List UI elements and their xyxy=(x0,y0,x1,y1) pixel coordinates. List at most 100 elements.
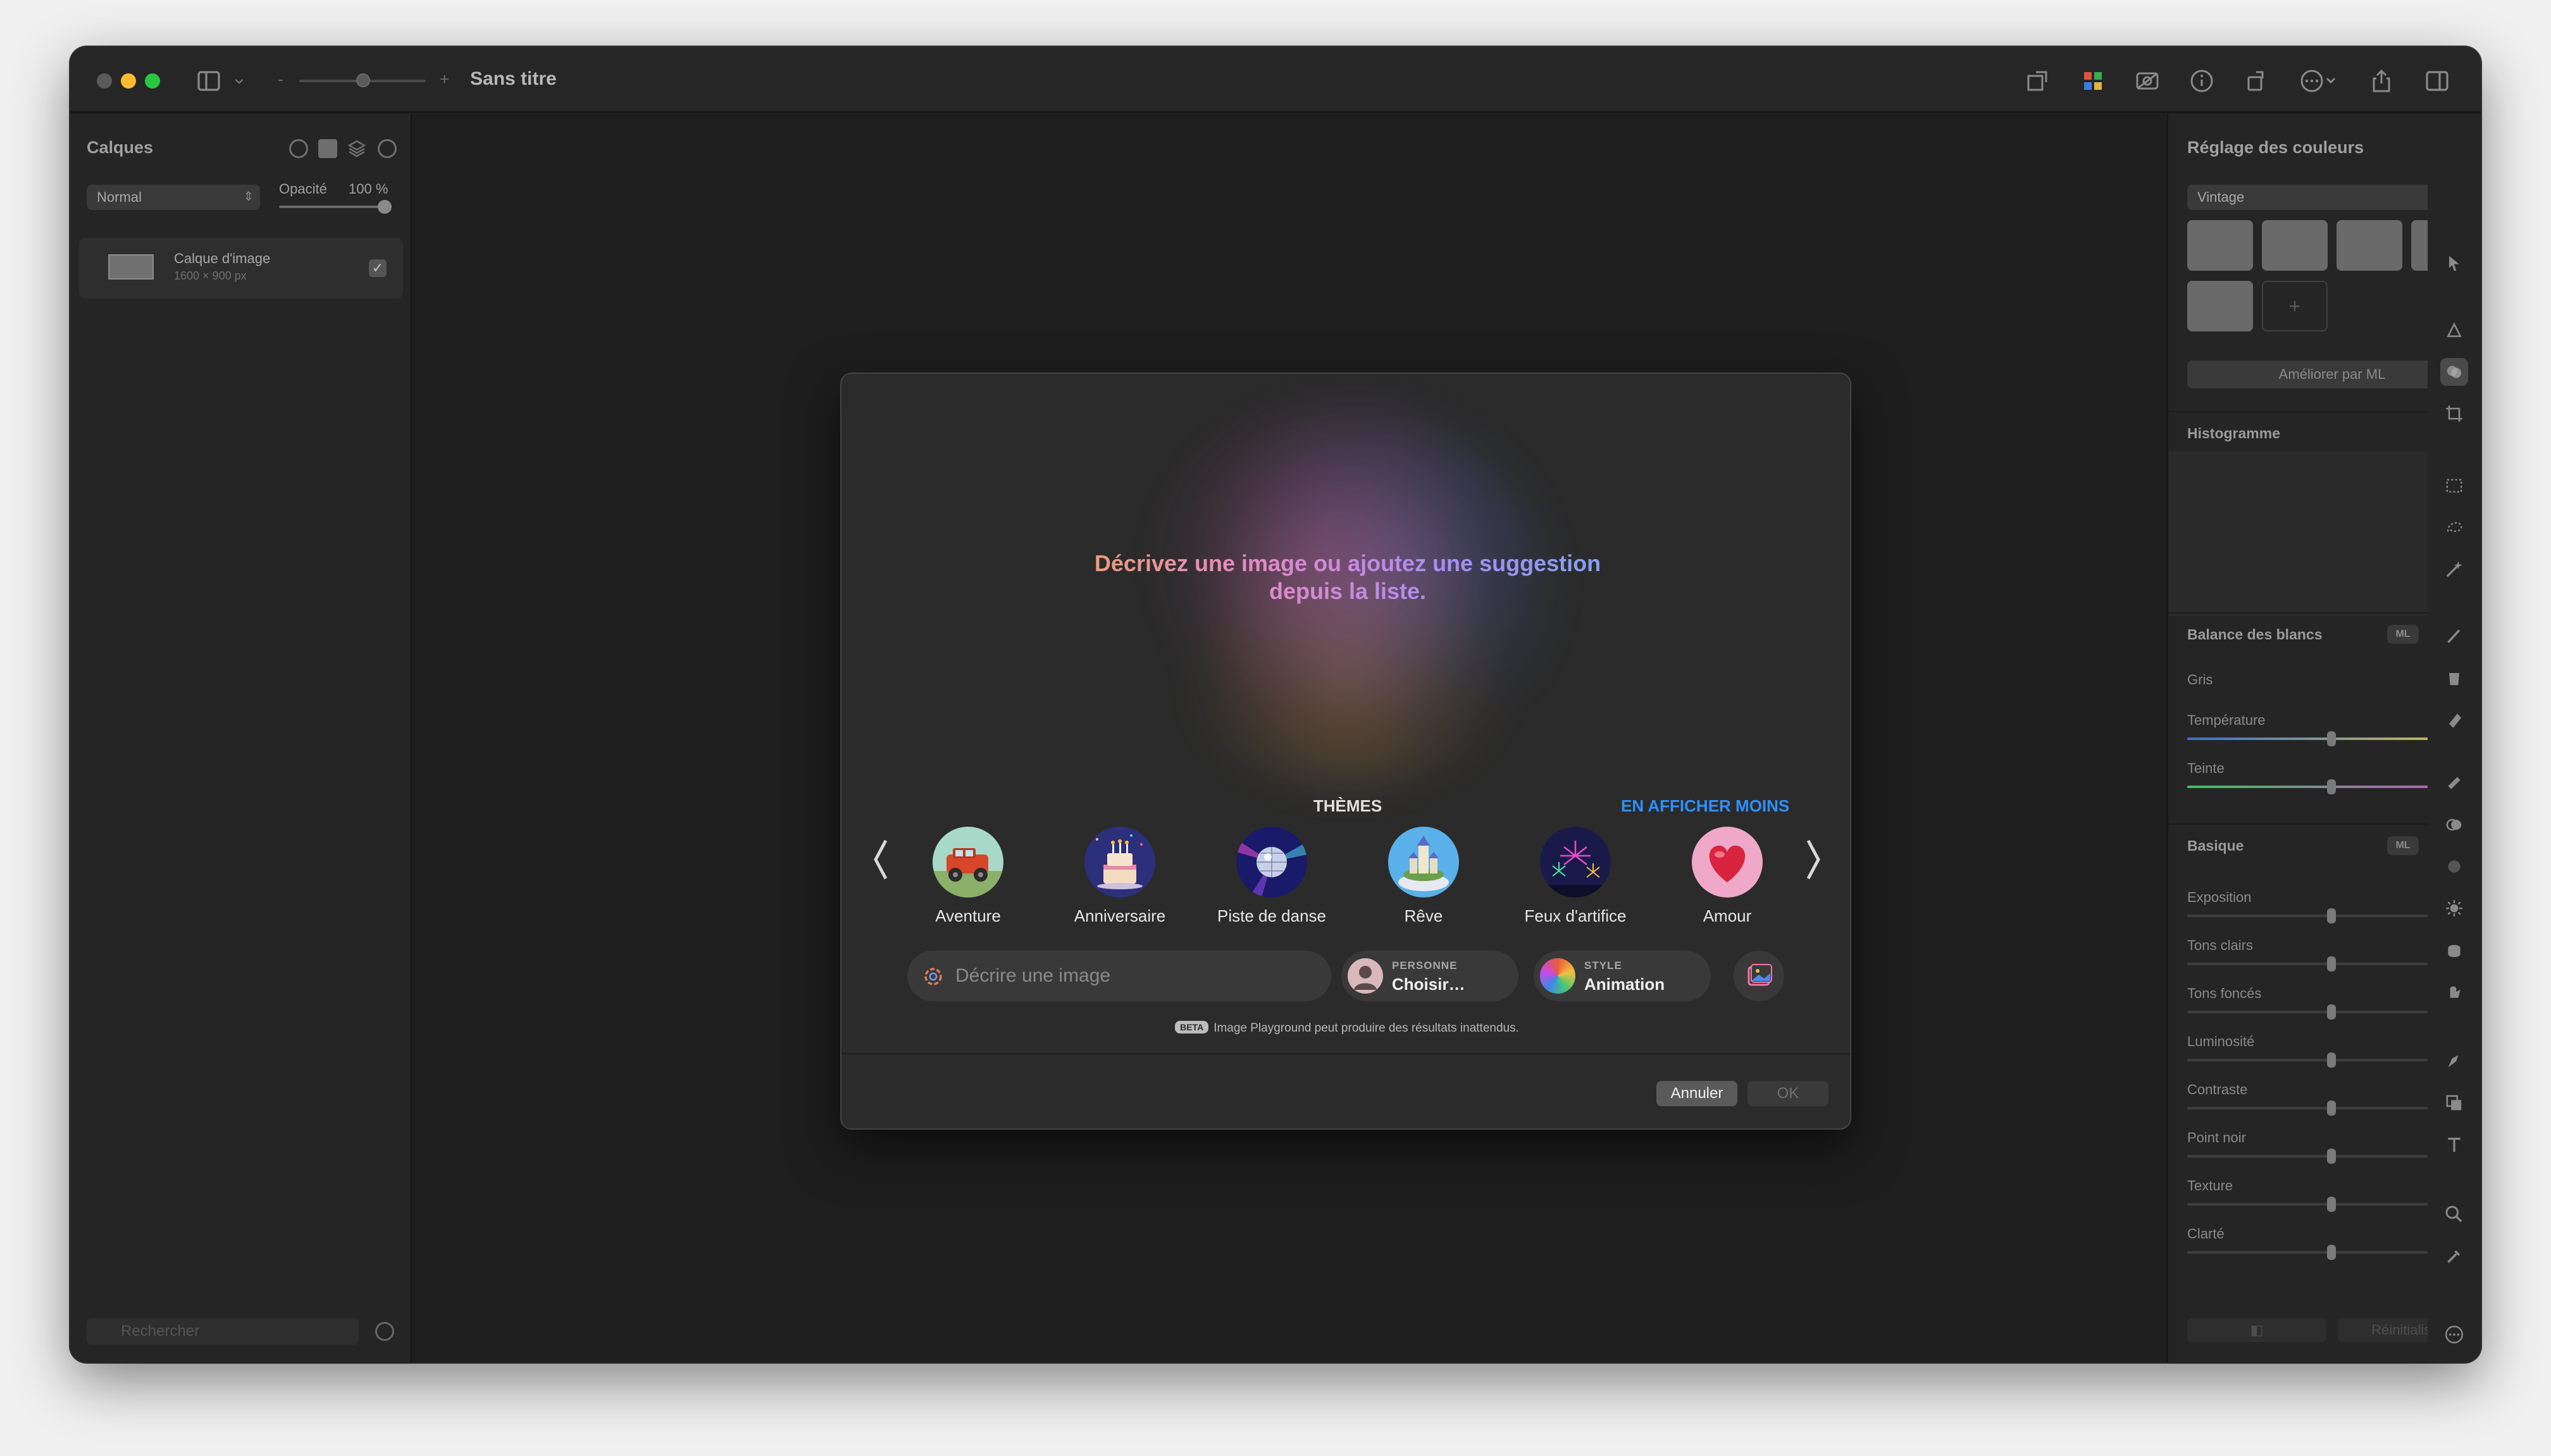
ok-button[interactable]: OK xyxy=(1747,1081,1828,1106)
layer-search-input[interactable]: Rechercher xyxy=(87,1318,359,1345)
preset-thumbnail[interactable] xyxy=(2337,220,2402,271)
lasso-tool-icon[interactable] xyxy=(2440,514,2468,541)
bucket-tool-icon[interactable] xyxy=(2440,664,2468,692)
theme-dream[interactable]: Rêve xyxy=(1354,827,1493,934)
highlights-slider-knob[interactable] xyxy=(2327,956,2336,972)
describe-image-input[interactable] xyxy=(955,962,1316,990)
brightness-label: Luminosité xyxy=(2187,1033,2255,1049)
black-point-slider-knob[interactable] xyxy=(2327,1149,2336,1164)
image-adjust-icon[interactable] xyxy=(2133,66,2162,96)
sun-tool-icon[interactable] xyxy=(2440,894,2468,922)
share-icon[interactable] xyxy=(2367,66,2396,96)
crop-tool-icon[interactable] xyxy=(2440,400,2468,428)
person-label: PERSONNE xyxy=(1392,959,1458,972)
opacity-label: Opacité xyxy=(279,181,327,197)
contrast-slider-knob[interactable] xyxy=(2327,1101,2336,1116)
brush-tool-icon[interactable] xyxy=(2440,622,2468,650)
tint-label: Teinte xyxy=(2187,760,2225,776)
pointer-tool-icon[interactable] xyxy=(2440,249,2468,277)
color-adjust-tool-icon[interactable] xyxy=(2440,358,2468,386)
layers-stack-icon[interactable] xyxy=(346,138,368,159)
eyedropper-tool-icon[interactable] xyxy=(2440,1242,2468,1270)
zoom-tool-icon[interactable] xyxy=(2440,1200,2468,1228)
preset-thumbnail[interactable] xyxy=(2187,281,2253,331)
blend-mode-select[interactable]: Normal ⇕ xyxy=(87,185,260,210)
ml-badge[interactable]: ML xyxy=(2387,836,2419,855)
preset-select[interactable]: Vintage ⇕ xyxy=(2187,185,2453,210)
tint-slider-knob[interactable] xyxy=(2327,779,2336,794)
compare-button[interactable]: ◧ xyxy=(2187,1318,2326,1342)
clarity-slider-knob[interactable] xyxy=(2327,1245,2336,1260)
beta-badge: BETA xyxy=(1175,1021,1209,1033)
theme-dance-floor[interactable]: Piste de danse xyxy=(1202,827,1341,934)
color-swatches-icon[interactable] xyxy=(2078,66,2107,96)
dialog-divider xyxy=(841,1053,1850,1054)
rect-select-tool-icon[interactable] xyxy=(2440,472,2468,500)
opacity-slider[interactable] xyxy=(279,206,390,208)
opacity-slider-knob[interactable] xyxy=(378,200,392,214)
theme-love[interactable]: Amour xyxy=(1658,827,1797,934)
sidebar-toggle-icon[interactable] xyxy=(194,66,223,96)
preset-value: Vintage xyxy=(2197,189,2245,205)
magic-wand-tool-icon[interactable] xyxy=(2440,555,2468,583)
temperature-slider-knob[interactable] xyxy=(2327,731,2336,746)
minimize-window-button[interactable] xyxy=(121,73,136,89)
close-window-button[interactable] xyxy=(97,73,112,89)
layer-row[interactable]: Calque d'image 1600 × 900 px ✓ xyxy=(79,238,403,299)
resize-canvas-icon[interactable] xyxy=(2023,66,2052,96)
chevron-down-icon[interactable] xyxy=(231,66,247,96)
cancel-button[interactable]: Annuler xyxy=(1656,1081,1737,1106)
theme-label: Amour xyxy=(1703,906,1752,925)
preset-thumbnail[interactable] xyxy=(2187,220,2253,271)
zoom-out-icon[interactable]: - xyxy=(278,70,283,89)
color-panel-title: Réglage des couleurs xyxy=(2187,138,2364,157)
zoom-in-icon[interactable]: + xyxy=(440,70,449,89)
smudge-tool-icon[interactable] xyxy=(2440,978,2468,1006)
ml-badge[interactable]: ML xyxy=(2387,625,2419,644)
style-picker[interactable]: STYLE Animation xyxy=(1534,951,1711,1001)
style-tool-icon[interactable] xyxy=(2440,316,2468,344)
text-tool-icon[interactable] xyxy=(2440,1131,2468,1159)
layer-visibility-checkbox[interactable]: ✓ xyxy=(369,259,387,277)
histogram-title: Histogramme xyxy=(2187,425,2280,441)
theme-birthday[interactable]: Anniversaire xyxy=(1050,827,1189,934)
texture-slider-knob[interactable] xyxy=(2327,1197,2336,1212)
exposure-slider-knob[interactable] xyxy=(2327,908,2336,923)
mask-icon[interactable] xyxy=(318,139,337,158)
add-layer-icon[interactable] xyxy=(378,139,397,158)
eraser-tool-icon[interactable] xyxy=(2440,706,2468,734)
more-options-icon[interactable] xyxy=(2296,66,2340,96)
preset-thumbnail[interactable] xyxy=(2262,220,2328,271)
shadows-label: Tons foncés xyxy=(2187,985,2262,1001)
shadows-slider-knob[interactable] xyxy=(2327,1004,2336,1020)
pen-tool-icon[interactable] xyxy=(2440,1047,2468,1075)
theme-fireworks[interactable]: Feux d'artifice xyxy=(1506,827,1645,934)
add-photo-button[interactable] xyxy=(1734,951,1784,1001)
person-picker[interactable]: PERSONNE Choisir… xyxy=(1341,951,1518,1001)
right-sidebar-toggle-icon[interactable] xyxy=(2423,66,2452,96)
fireworks-icon xyxy=(1540,827,1611,898)
sponge-tool-icon[interactable] xyxy=(2440,936,2468,964)
rotate-icon[interactable] xyxy=(2242,66,2271,96)
zoom-window-button[interactable] xyxy=(145,73,160,89)
describe-image-field[interactable] xyxy=(907,951,1331,1001)
remove-layer-icon[interactable] xyxy=(289,139,308,158)
brightness-slider-knob[interactable] xyxy=(2327,1052,2336,1068)
shapes-tool-icon[interactable] xyxy=(2440,1089,2468,1117)
zoom-slider-knob[interactable] xyxy=(356,73,370,87)
gray-label: Gris xyxy=(2187,672,2213,688)
clone-tool-icon[interactable] xyxy=(2440,811,2468,839)
chevron-right-icon[interactable] xyxy=(1802,836,1825,884)
filter-icon[interactable] xyxy=(375,1322,394,1341)
style-value: Animation xyxy=(1584,975,1665,994)
theme-label: Aventure xyxy=(935,906,1001,925)
image-playground-icon xyxy=(924,968,942,985)
show-less-link[interactable]: EN AFFICHER MOINS xyxy=(1621,796,1789,816)
theme-adventure[interactable]: Aventure xyxy=(898,827,1038,934)
add-preset-button[interactable]: + xyxy=(2262,281,2328,331)
blur-tool-icon[interactable] xyxy=(2440,853,2468,880)
more-tools-icon[interactable] xyxy=(2440,1321,2468,1348)
healing-tool-icon[interactable] xyxy=(2440,769,2468,797)
info-icon[interactable] xyxy=(2187,66,2216,96)
chevron-left-icon[interactable] xyxy=(869,836,892,884)
